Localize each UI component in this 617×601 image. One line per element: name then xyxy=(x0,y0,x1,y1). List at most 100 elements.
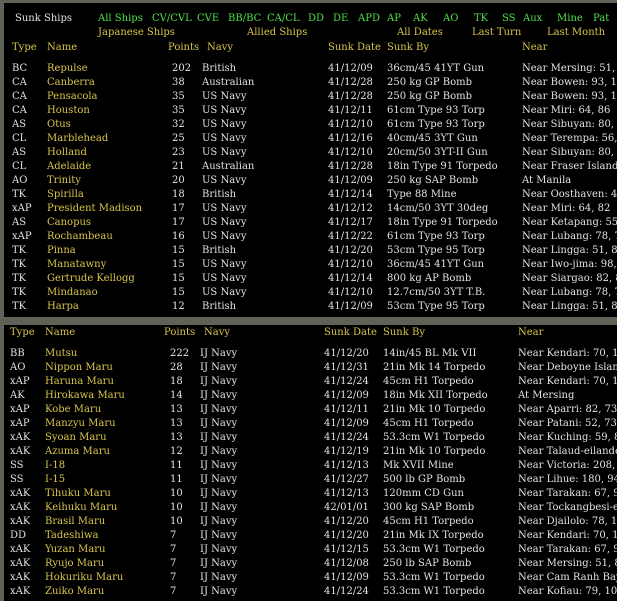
ship-name[interactable]: Yuzan Maru xyxy=(45,543,105,557)
ship-name[interactable]: Tihuku Maru xyxy=(45,487,111,501)
ship-name[interactable]: Haruna Maru xyxy=(45,375,114,389)
column-header-navy[interactable]: Navy xyxy=(204,326,230,340)
filter-cv-cvl[interactable]: CV/CVL xyxy=(152,12,192,26)
ship-navy: US Navy xyxy=(202,203,247,214)
sunk-location: Near Lubang: 78, 78 xyxy=(522,287,617,298)
sunk-location: Near Bowen: 93, 147 xyxy=(522,91,617,102)
ship-type: xAP xyxy=(12,203,32,214)
ship-name[interactable]: Syoan Maru xyxy=(45,431,107,445)
ship-type: TK xyxy=(12,287,27,298)
sunk-by: 53.3cm W1 Torpedo xyxy=(383,544,485,555)
ship-name[interactable]: Ryujo Maru xyxy=(45,557,104,571)
ship-name[interactable]: Trinity xyxy=(47,174,81,188)
ship-name[interactable]: Brasil Maru xyxy=(45,515,105,529)
ship-name[interactable]: Harpa xyxy=(47,300,79,314)
ship-name[interactable]: Keihuku Maru xyxy=(45,501,117,515)
sunk-location: Near Aparri: 82, 73 xyxy=(518,404,617,415)
column-header-name[interactable]: Name xyxy=(45,326,75,340)
allied-table-header: Type Name Points Navy Sunk Date Sunk By … xyxy=(4,41,617,55)
column-header-navy[interactable]: Navy xyxy=(207,41,233,55)
sunk-location: Near Ketapang: 55, 93 xyxy=(522,217,617,228)
ship-type: DD xyxy=(10,530,27,541)
filter-allied-ships[interactable]: Allied Ships xyxy=(247,26,307,40)
ship-name[interactable]: Houston xyxy=(47,104,90,118)
column-header-near[interactable]: Near xyxy=(518,326,543,340)
ship-name[interactable]: Manatawny xyxy=(47,258,106,272)
ship-name[interactable]: I-15 xyxy=(45,473,65,487)
ship-navy: US Navy xyxy=(202,175,247,186)
ship-name[interactable]: Pensacola xyxy=(47,90,98,104)
table-row: AS Canopus 17 US Navy 41/12/17 18in Type 91 T… xyxy=(4,216,617,230)
sunk-date: 41/12/22 xyxy=(328,231,373,242)
filter-aux[interactable]: Aux xyxy=(523,12,542,26)
column-header-sunk-date[interactable]: Sunk Date xyxy=(324,326,377,340)
filter-tk[interactable]: TK xyxy=(474,12,488,26)
filter-apd[interactable]: APD xyxy=(358,12,380,26)
ship-navy: US Navy xyxy=(202,105,247,116)
ship-name[interactable]: Canberra xyxy=(47,76,95,90)
sunk-date: 41/12/14 xyxy=(328,189,373,200)
ship-name[interactable]: Mindanao xyxy=(47,286,98,300)
ship-name[interactable]: Hirokawa Maru xyxy=(45,389,125,403)
table-row: CL Marblehead 25 US Navy 41/12/16 40cm/45 3YT… xyxy=(4,132,617,146)
ship-name[interactable]: Mutsu xyxy=(45,347,77,361)
sunk-date: 41/12/16 xyxy=(328,133,373,144)
ship-name[interactable]: Canopus xyxy=(47,216,91,230)
ship-name[interactable]: Nippon Maru xyxy=(45,361,113,375)
filter-last-turn[interactable]: Last Turn xyxy=(472,26,521,40)
filter-cve[interactable]: CVE xyxy=(197,12,219,26)
ship-name[interactable]: I-18 xyxy=(45,459,65,473)
ship-name[interactable]: Spirilla xyxy=(47,188,84,202)
ship-name[interactable]: President Madison xyxy=(47,202,142,216)
table-row: TK Harpa 12 British 41/12/09 53cm Type 95 Tor… xyxy=(4,300,617,314)
ship-name[interactable]: Gertrude Kellogg xyxy=(47,272,135,286)
filter-ao[interactable]: AO xyxy=(443,12,458,26)
filter-japanese-ships[interactable]: Japanese Ships xyxy=(98,26,175,40)
table-row: TK Gertrude Kellogg 15 US Navy 41/12/14 800 k… xyxy=(4,272,617,286)
table-row: TK Mindanao 15 US Navy 41/12/10 12.7cm/50 3YT… xyxy=(4,286,617,300)
filter-all-ships[interactable]: All Ships xyxy=(98,12,143,26)
column-header-type[interactable]: Type xyxy=(10,326,35,340)
filter-de[interactable]: DE xyxy=(333,12,348,26)
column-header-near[interactable]: Near xyxy=(522,41,547,55)
filter-ap[interactable]: AP xyxy=(387,12,401,26)
filter-last-month[interactable]: Last Month xyxy=(547,26,605,40)
ship-name[interactable]: Azuma Maru xyxy=(45,445,110,459)
column-header-name[interactable]: Name xyxy=(47,41,77,55)
sunk-by: 500 lb GP Bomb xyxy=(383,474,466,485)
ship-type: xAK xyxy=(10,502,31,513)
column-header-sunk-date[interactable]: Sunk Date xyxy=(328,41,381,55)
filter-all-dates[interactable]: All Dates xyxy=(397,26,443,40)
ship-navy: US Navy xyxy=(202,217,247,228)
filter-ak[interactable]: AK xyxy=(413,12,428,26)
filter-ca-cl[interactable]: CA/CL xyxy=(267,12,300,26)
ship-name[interactable]: Kobe Maru xyxy=(45,403,101,417)
ship-name[interactable]: Adelaide xyxy=(47,160,91,174)
ship-name[interactable]: Hokuriku Maru xyxy=(45,571,123,585)
column-header-points[interactable]: Points xyxy=(164,326,195,340)
ship-navy: Australian xyxy=(202,77,255,88)
ship-name[interactable]: Marblehead xyxy=(47,132,108,146)
filter-pat[interactable]: Pat xyxy=(593,12,609,26)
filter-mine[interactable]: Mine xyxy=(557,12,583,26)
sunk-location: Near Kofiau: 79, 106 xyxy=(518,586,617,597)
ship-name[interactable]: Zuiko Maru xyxy=(45,585,104,599)
table-row: xAP President Madison 17 US Navy 41/12/12 14c… xyxy=(4,202,617,216)
filter-ss[interactable]: SS xyxy=(502,12,516,26)
ship-name[interactable]: Otus xyxy=(47,118,71,132)
column-header-type[interactable]: Type xyxy=(12,41,37,55)
column-header-points[interactable]: Points xyxy=(168,41,199,55)
ship-name[interactable]: Holland xyxy=(47,146,87,160)
sunk-location: Near Kendari: 70, 106 xyxy=(518,530,617,541)
ship-name[interactable]: Repulse xyxy=(47,62,88,76)
ship-name[interactable]: Rochambeau xyxy=(47,230,113,244)
column-header-sunk-by[interactable]: Sunk By xyxy=(387,41,429,55)
ship-name[interactable]: Manzyu Maru xyxy=(45,417,116,431)
filter-dd[interactable]: DD xyxy=(308,12,324,26)
column-header-sunk-by[interactable]: Sunk By xyxy=(383,326,425,340)
ship-name[interactable]: Pinna xyxy=(47,244,76,258)
ship-name[interactable]: Tadeshiwa xyxy=(45,529,98,543)
sunk-date: 41/12/09 xyxy=(328,301,373,312)
filter-bar-top: Sunk Ships All Ships CV/CVL CVE BB/BC CA… xyxy=(4,12,617,26)
filter-bb-bc[interactable]: BB/BC xyxy=(228,12,261,26)
